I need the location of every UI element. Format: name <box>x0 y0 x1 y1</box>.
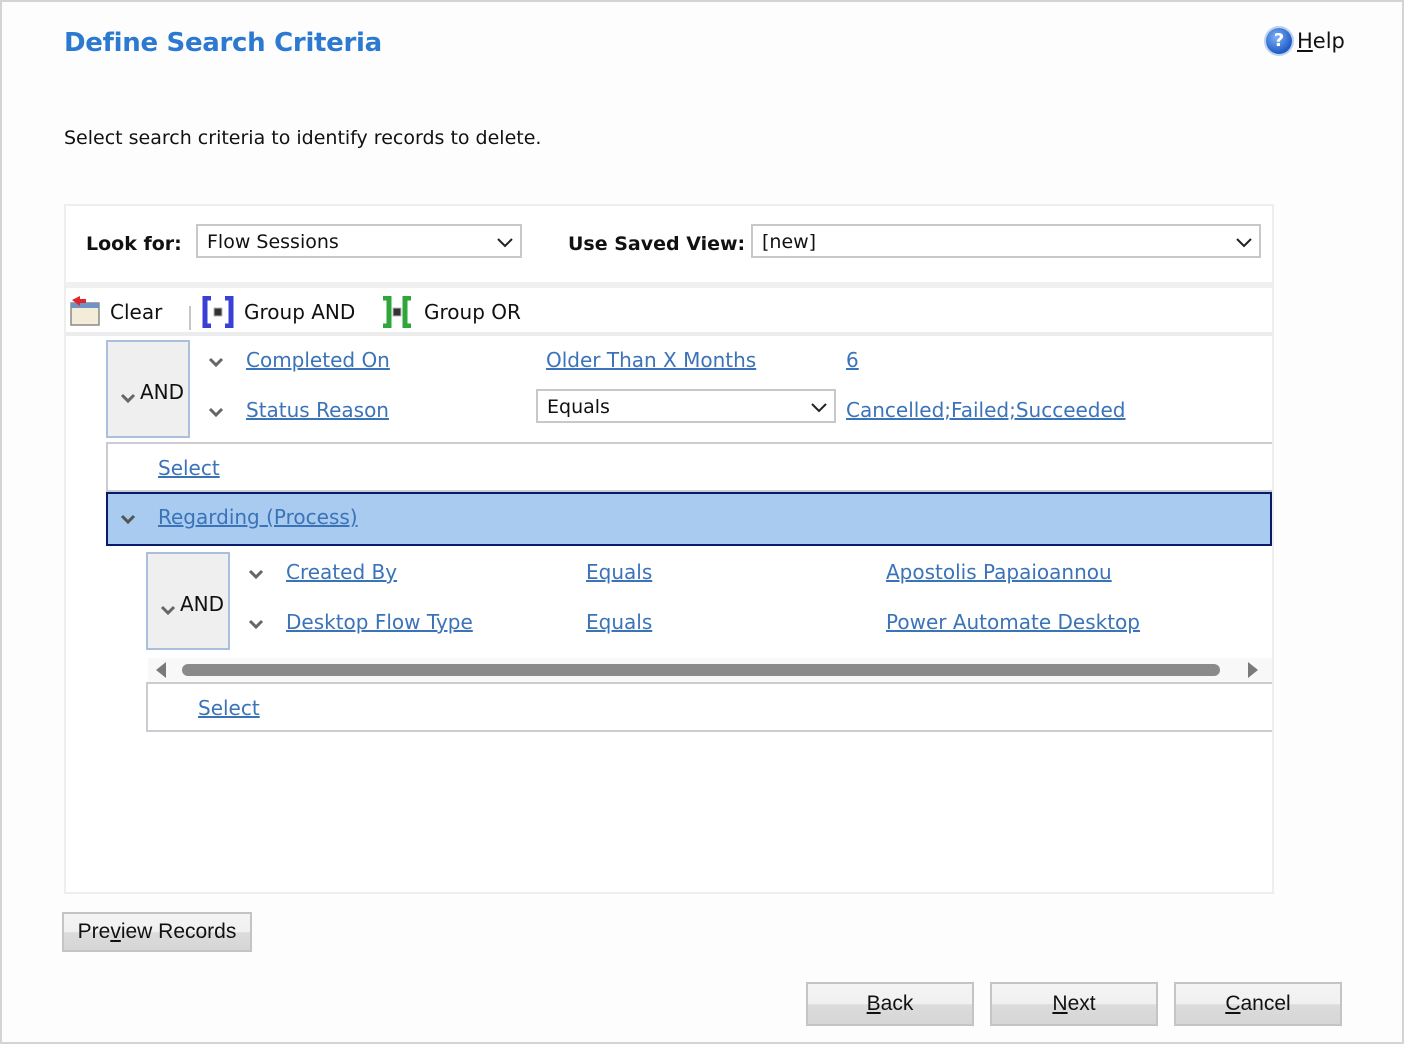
chevron-down-icon <box>811 403 827 413</box>
back-button[interactable]: Back <box>806 982 974 1026</box>
cancel-label: ancel <box>1240 992 1291 1015</box>
cancel-accesskey: C <box>1225 992 1241 1015</box>
nested-and-group-toggle[interactable]: AND <box>146 552 230 650</box>
field-link[interactable]: Status Reason <box>246 398 389 422</box>
select-field-link[interactable]: Select <box>158 456 220 480</box>
clear-label: Clear <box>110 300 163 324</box>
chevron-down-icon <box>120 393 136 404</box>
select-row: Select <box>106 442 1272 492</box>
chevron-down-icon <box>160 605 176 616</box>
select-field-link[interactable]: Select <box>198 696 260 720</box>
preview-records-button[interactable]: Preview Records <box>62 912 252 952</box>
group-and-icon <box>202 296 234 328</box>
condition-link[interactable]: Equals <box>586 560 652 584</box>
help-link[interactable]: ? Help <box>1266 28 1345 54</box>
related-entity-row[interactable]: Regarding (Process) <box>106 492 1272 546</box>
group-or-icon <box>383 296 411 328</box>
group-and-label: Group AND <box>244 300 356 324</box>
look-for-row: Look for: Flow Sessions Use Saved View: … <box>66 206 1272 288</box>
chevron-down-icon[interactable] <box>120 513 136 525</box>
field-link[interactable]: Completed On <box>246 348 390 372</box>
saved-view-select[interactable]: [new] <box>751 224 1261 258</box>
help-label: elp <box>1312 29 1345 53</box>
group-or-label: Group OR <box>424 300 521 324</box>
preview-label-post: iew Records <box>120 920 237 943</box>
help-accesskey: H <box>1297 29 1313 53</box>
look-for-select[interactable]: Flow Sessions <box>196 224 522 258</box>
value-link[interactable]: Cancelled;Failed;Succeeded <box>846 398 1126 422</box>
chevron-down-icon <box>497 238 513 248</box>
nested-and-group-label: AND <box>180 592 225 616</box>
condition-link[interactable]: Equals <box>586 610 652 634</box>
field-link[interactable]: Desktop Flow Type <box>286 610 473 634</box>
and-group-label: AND <box>140 380 185 404</box>
criteria-toolbar: Clear Group AND Group OR <box>66 288 1272 336</box>
cancel-button[interactable]: Cancel <box>1174 982 1342 1026</box>
next-button[interactable]: Next <box>990 982 1158 1026</box>
scroll-right-arrow-icon[interactable] <box>1248 662 1258 678</box>
help-question-icon: ? <box>1266 28 1292 54</box>
back-label: ack <box>880 992 914 1015</box>
instructions-text: Select search criteria to identify recor… <box>64 127 542 149</box>
and-group-toggle[interactable]: AND <box>106 340 190 438</box>
dialog-window: Define Search Criteria ? Help Select sea… <box>0 0 1404 1044</box>
look-for-value: Flow Sessions <box>207 231 339 253</box>
chevron-down-icon <box>1236 238 1252 248</box>
nested-select-row: Select <box>146 682 1272 732</box>
group-and-button[interactable]: Group AND <box>202 296 355 328</box>
page-title: Define Search Criteria <box>64 28 382 58</box>
condition-select-value: Equals <box>547 396 610 418</box>
value-link[interactable]: 6 <box>846 348 859 372</box>
clear-button[interactable]: Clear <box>68 296 162 328</box>
look-for-label: Look for: <box>86 233 182 255</box>
saved-view-value: [new] <box>762 231 817 253</box>
condition-select[interactable]: Equals <box>536 389 836 423</box>
horizontal-scrollbar[interactable] <box>148 658 1272 682</box>
value-link[interactable]: Apostolis Papaioannou <box>886 560 1112 584</box>
field-link[interactable]: Created By <box>286 560 397 584</box>
scroll-thumb[interactable] <box>182 664 1220 676</box>
row-menu-chevron-icon[interactable] <box>208 356 224 368</box>
value-link[interactable]: Power Automate Desktop <box>886 610 1140 634</box>
criteria-panel: Look for: Flow Sessions Use Saved View: … <box>64 204 1274 894</box>
related-entity-link[interactable]: Regarding (Process) <box>158 505 358 529</box>
toolbar-separator <box>189 306 191 330</box>
back-accesskey: B <box>866 992 881 1015</box>
next-accesskey: N <box>1052 992 1068 1015</box>
saved-view-label: Use Saved View: <box>568 233 746 255</box>
group-or-button[interactable]: Group OR <box>380 296 521 328</box>
row-menu-chevron-icon[interactable] <box>208 406 224 418</box>
scroll-left-arrow-icon[interactable] <box>156 662 166 678</box>
condition-link[interactable]: Older Than X Months <box>546 348 756 372</box>
row-menu-chevron-icon[interactable] <box>248 568 264 580</box>
preview-accesskey: v <box>110 920 121 943</box>
next-label: ext <box>1067 992 1096 1015</box>
preview-label-pre: Pre <box>77 920 111 943</box>
clear-icon <box>70 296 100 326</box>
row-menu-chevron-icon[interactable] <box>248 618 264 630</box>
